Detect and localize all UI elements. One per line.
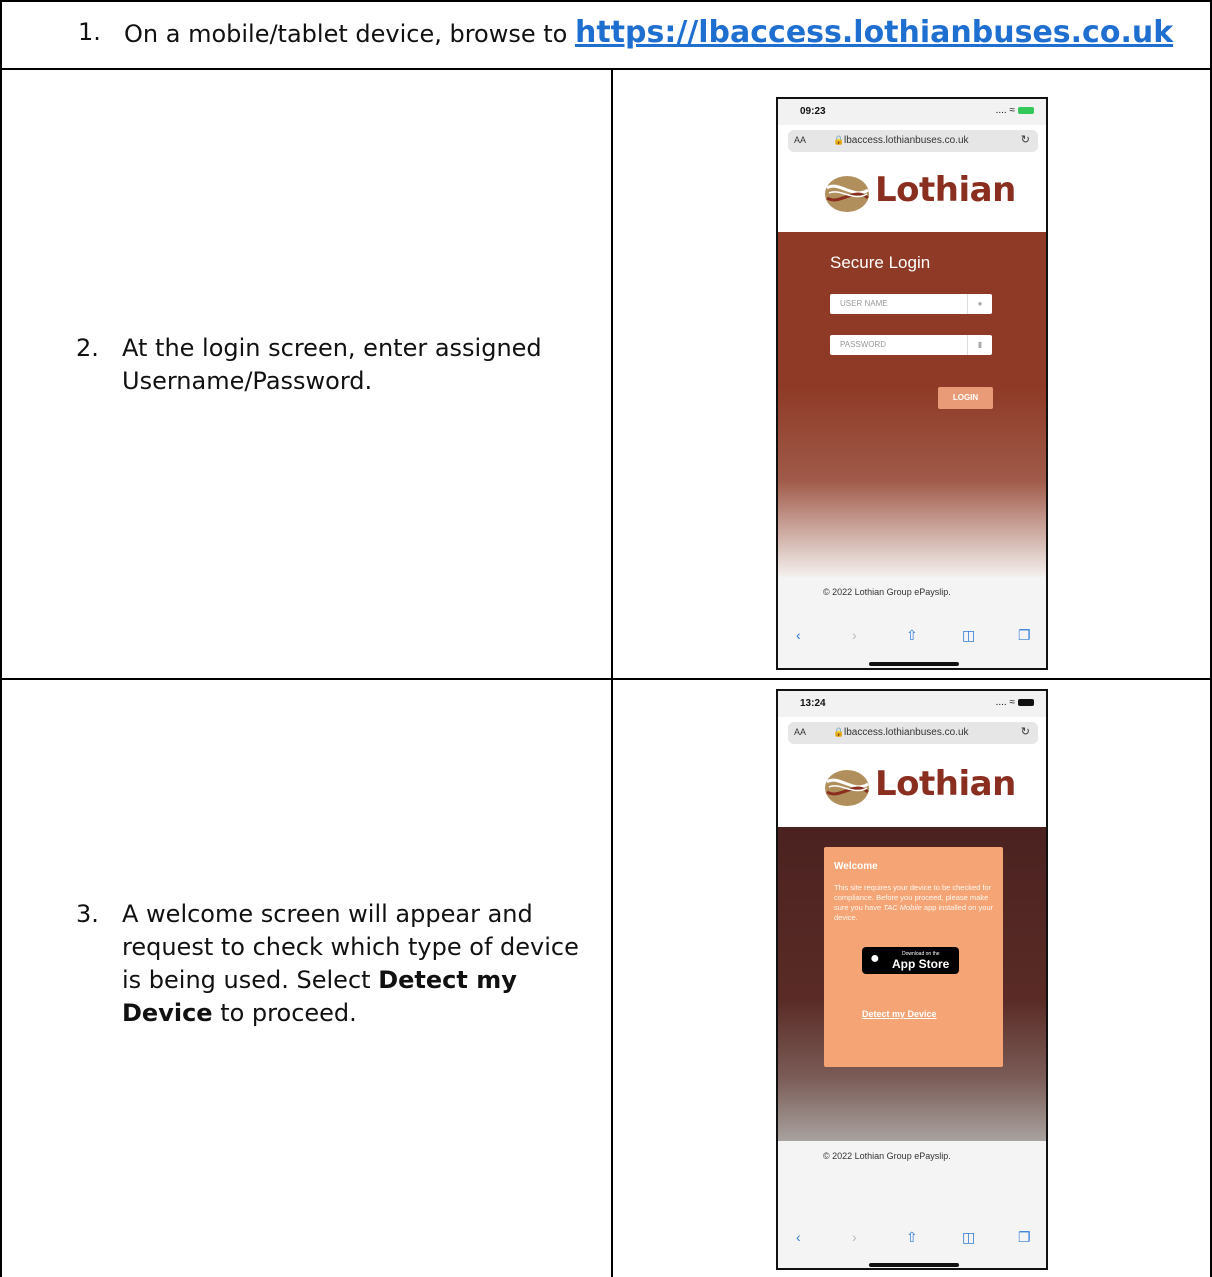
app-store-badge[interactable]: ● Download on the App Store (862, 947, 959, 974)
step-number: 2. (76, 334, 99, 362)
step-3-instruction-end: to proceed. (212, 999, 357, 1027)
reload-icon[interactable]: ↻ (1021, 133, 1030, 146)
battery-icon (1018, 698, 1034, 706)
lothian-logo-mark (825, 176, 869, 212)
signal-dots: .... (995, 105, 1007, 116)
lock-icon: 🔒 (833, 135, 845, 145)
status-bar: 13:24 .... ≈ (778, 691, 1046, 717)
chevron-left-icon[interactable]: ‹ (796, 1229, 801, 1245)
phone-welcome-screenshot: 13:24 .... ≈ AA 🔒 lbaccess.lothianbuses.… (776, 689, 1048, 1270)
appstore-label: App Store (892, 957, 950, 971)
tabs-icon[interactable]: ❐ (1018, 1229, 1031, 1246)
brand-name: Lothian (875, 764, 1016, 804)
brand-name: Lothian (875, 170, 1016, 210)
page-footer: © 2022 Lothian Group ePayslip. (778, 577, 1046, 668)
welcome-panel-background: Welcome This site requires your device t… (778, 827, 1046, 1141)
home-indicator (869, 1263, 959, 1267)
instruction-document: 1. On a mobile/tablet device, browse to … (0, 0, 1212, 1277)
lock-icon: ▮ (967, 335, 992, 355)
apple-icon: ● (870, 950, 880, 967)
text-size-button[interactable]: AA (794, 727, 806, 737)
brand-header: Lothian (778, 751, 1046, 826)
address-url[interactable]: lbaccess.lothianbuses.co.uk (844, 135, 969, 146)
status-time: 13:24 (800, 698, 826, 709)
address-bar[interactable]: AA 🔒 lbaccess.lothianbuses.co.uk ↻ (788, 130, 1038, 152)
status-bar: 09:23 .... ≈ (778, 99, 1046, 125)
battery-icon (1018, 106, 1034, 114)
tabs-icon[interactable]: ❐ (1018, 627, 1031, 644)
share-icon[interactable]: ⇧ (906, 1229, 918, 1246)
step-number: 3. (76, 900, 99, 928)
brand-header: Lothian (778, 157, 1046, 232)
lock-icon: 🔒 (833, 727, 845, 737)
step-number: 1. (78, 18, 101, 46)
step-1-instruction: On a mobile/tablet device, browse to (124, 20, 575, 48)
share-icon[interactable]: ⇧ (906, 627, 918, 644)
step-2-instruction: At the login screen, enter assigned User… (122, 334, 542, 395)
browser-toolbar: ‹ › ⇧ ◫ ❐ (778, 627, 1046, 651)
password-field[interactable]: PASSWORD ▮ (830, 335, 992, 355)
home-indicator (869, 662, 959, 666)
bookmarks-icon[interactable]: ◫ (962, 627, 975, 644)
detect-my-device-link[interactable]: Detect my Device (862, 1009, 937, 1019)
login-panel: Secure Login USER NAME ● PASSWORD ▮ LOGI… (778, 232, 1046, 577)
wifi-icon: ≈ (1009, 697, 1016, 708)
wifi-icon: ≈ (1009, 105, 1016, 116)
copyright-text: © 2022 Lothian Group ePayslip. (823, 587, 951, 597)
browser-toolbar: ‹ › ⇧ ◫ ❐ (778, 1229, 1046, 1253)
username-placeholder: USER NAME (840, 299, 888, 308)
bookmarks-icon[interactable]: ◫ (962, 1229, 975, 1246)
address-url[interactable]: lbaccess.lothianbuses.co.uk (844, 727, 969, 738)
status-time: 09:23 (800, 106, 826, 117)
chevron-left-icon[interactable]: ‹ (796, 627, 801, 643)
login-button[interactable]: LOGIN (938, 387, 993, 409)
signal-dots: .... (995, 697, 1007, 708)
chevron-right-icon[interactable]: › (852, 627, 857, 643)
lbaccess-url-link[interactable]: https://lbaccess.lothianbuses.co.uk (575, 15, 1173, 50)
welcome-card: Welcome This site requires your device t… (824, 847, 1003, 1067)
user-icon: ● (967, 294, 992, 314)
tac-mobile-app-name: TAC Mobile (883, 903, 922, 912)
username-field[interactable]: USER NAME ● (830, 294, 992, 314)
lothian-logo-mark (825, 770, 869, 806)
address-bar[interactable]: AA 🔒 lbaccess.lothianbuses.co.uk ↻ (788, 722, 1038, 744)
text-size-button[interactable]: AA (794, 135, 806, 145)
welcome-title: Welcome (834, 861, 878, 872)
chevron-right-icon[interactable]: › (852, 1229, 857, 1245)
password-placeholder: PASSWORD (840, 340, 887, 349)
copyright-text: © 2022 Lothian Group ePayslip. (823, 1151, 951, 1161)
reload-icon[interactable]: ↻ (1021, 725, 1030, 738)
welcome-body: This site requires your device to be che… (834, 883, 994, 922)
login-title: Secure Login (830, 253, 931, 272)
phone-login-screenshot: 09:23 .... ≈ AA 🔒 lbaccess.lothianbuses.… (776, 97, 1048, 670)
table-row-step-1: 1. On a mobile/tablet device, browse to … (0, 0, 1212, 70)
